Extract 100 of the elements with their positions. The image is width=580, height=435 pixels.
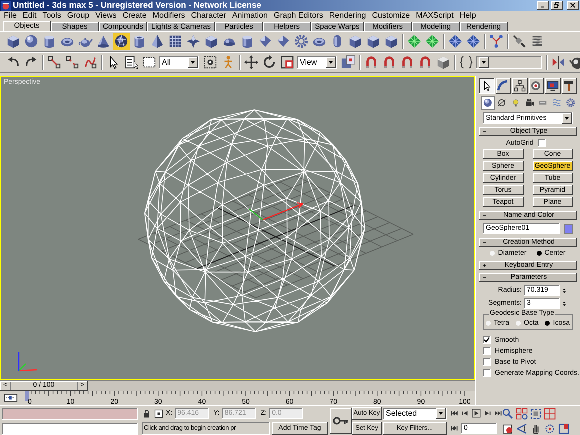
box-icon[interactable] — [347, 33, 364, 50]
dropdown[interactable]: All — [159, 56, 199, 69]
braces-icon[interactable] — [458, 54, 475, 71]
star-icon[interactable] — [185, 33, 202, 50]
box-icon[interactable] — [383, 33, 400, 50]
menu-item[interactable]: Group — [64, 11, 93, 21]
geosphere-wireframe[interactable] — [144, 110, 366, 332]
mesh-icon[interactable] — [447, 33, 464, 50]
box-icon[interactable] — [5, 33, 22, 50]
menu-item[interactable]: Views — [92, 11, 120, 21]
app-icon — [1, 0, 11, 10]
unlink-icon[interactable] — [64, 54, 81, 71]
menu-item[interactable]: Modifiers — [150, 11, 188, 21]
curve-icon — [497, 80, 510, 92]
restore-button[interactable] — [551, 1, 563, 10]
go-to-end-icon[interactable] — [494, 409, 503, 418]
cube-icon[interactable] — [435, 54, 452, 71]
branch-icon[interactable] — [488, 33, 505, 50]
crossing-icon[interactable] — [202, 54, 219, 71]
maximize-viewport-icon[interactable] — [558, 422, 570, 434]
close-icon — [569, 2, 577, 9]
hierarchy-icon — [514, 80, 526, 92]
menu-item[interactable]: Edit — [20, 11, 40, 21]
menu-item[interactable]: File — [1, 11, 20, 21]
target-icon — [530, 80, 542, 92]
collapse-icon — [482, 274, 488, 280]
field-of-view-icon[interactable] — [516, 422, 528, 434]
time-configuration-icon[interactable] — [502, 422, 514, 434]
minimize-button[interactable] — [537, 1, 549, 10]
plane-icon[interactable] — [167, 33, 184, 50]
set-key-button[interactable] — [330, 408, 352, 434]
mirror-icon[interactable] — [550, 54, 567, 71]
gear-icon[interactable] — [293, 33, 310, 50]
geosphere-icon[interactable] — [113, 33, 130, 50]
key-mode-icon[interactable] — [450, 424, 459, 433]
sphere-icon[interactable] — [482, 97, 494, 109]
move-icon[interactable] — [243, 54, 260, 71]
checkbox[interactable] — [483, 358, 491, 366]
gear-icon[interactable] — [565, 97, 578, 109]
play-icon[interactable] — [472, 409, 481, 418]
menu-item[interactable]: Rendering — [326, 11, 370, 21]
pivot-icon[interactable] — [340, 54, 357, 71]
radio-button[interactable] — [486, 321, 491, 326]
radio-button[interactable] — [516, 321, 522, 326]
zoom-extents-icon[interactable] — [530, 408, 542, 420]
pivot-gizmo — [248, 202, 304, 220]
checkbox[interactable] — [483, 347, 491, 355]
hand-icon[interactable] — [530, 422, 542, 434]
pyramid-icon[interactable] — [149, 33, 166, 50]
checkbox[interactable] — [483, 336, 491, 344]
next-frame-icon[interactable] — [483, 409, 492, 418]
diamond-icon[interactable] — [275, 33, 292, 50]
camera-icon[interactable] — [524, 97, 536, 109]
orbit-icon[interactable] — [544, 422, 556, 434]
radio-button[interactable] — [536, 251, 542, 256]
window-title: Untitled - 3ds max 5 - Unregistered Version - Network License — [13, 0, 262, 11]
color-swatch[interactable] — [564, 224, 573, 234]
plug-icon[interactable] — [511, 33, 528, 50]
checkbox[interactable] — [483, 369, 491, 377]
checkbox[interactable] — [538, 139, 546, 147]
restore-icon — [553, 2, 561, 9]
collapse-icon — [482, 240, 488, 246]
sphere-icon[interactable] — [23, 33, 40, 50]
list-icon[interactable] — [123, 54, 140, 71]
menu-item[interactable]: Character — [188, 11, 230, 21]
menu-item[interactable]: Create — [120, 11, 150, 21]
menu-item[interactable]: Customize — [369, 11, 414, 21]
lock-icon[interactable] — [142, 408, 152, 418]
monitor-icon — [546, 80, 559, 92]
menu-item[interactable]: Graph Editors — [270, 11, 326, 21]
go-to-start-icon[interactable] — [450, 409, 459, 418]
shape-icon[interactable] — [496, 97, 508, 109]
rotate-icon[interactable] — [261, 54, 278, 71]
radio-button[interactable] — [490, 251, 496, 256]
scale-icon[interactable] — [279, 54, 296, 71]
link-icon[interactable] — [46, 54, 63, 71]
close-button[interactable] — [567, 1, 579, 10]
dropdown[interactable]: View — [297, 56, 337, 69]
previous-frame-icon[interactable] — [461, 409, 470, 418]
hammer-icon — [563, 80, 576, 92]
box-icon[interactable] — [365, 33, 382, 50]
listener-output-field[interactable] — [2, 408, 138, 420]
zoom-icon[interactable] — [502, 408, 514, 420]
expand-icon — [482, 262, 488, 268]
diamond-icon[interactable] — [257, 33, 274, 50]
menu-item[interactable]: Help — [456, 11, 480, 21]
key-mode-dropdown[interactable]: Selected — [383, 408, 447, 420]
zoom-all-icon[interactable] — [516, 408, 528, 420]
panel-tab[interactable] — [479, 78, 494, 94]
dotted-square-icon[interactable] — [154, 408, 164, 418]
listener-input-field[interactable] — [2, 423, 138, 435]
menu-item[interactable]: Tools — [40, 11, 64, 21]
selection-set-dropdown[interactable] — [476, 56, 542, 69]
box-icon[interactable] — [203, 33, 220, 50]
menu-item[interactable]: Animation — [229, 11, 271, 21]
track-view-icon[interactable] — [3, 391, 19, 405]
radio-button[interactable] — [545, 321, 550, 326]
mesh-icon[interactable] — [465, 33, 482, 50]
menu-item[interactable]: MAXScript — [413, 11, 457, 21]
collapse-icon — [482, 128, 488, 134]
